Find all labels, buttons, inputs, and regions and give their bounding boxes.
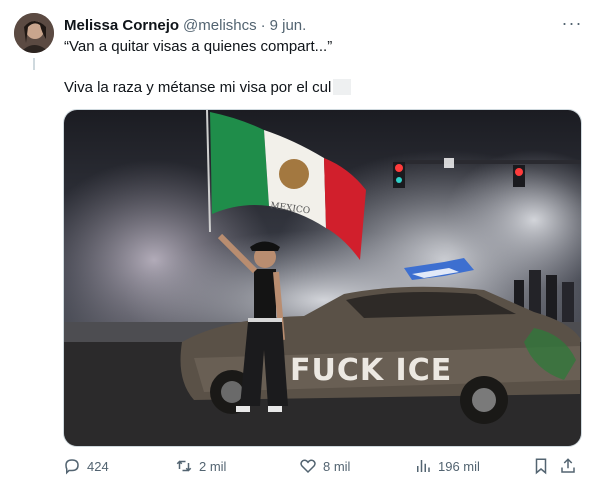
tweet-header: Melissa Cornejo @melishcs · 9 jun. [64, 15, 577, 35]
reply-count: 424 [87, 458, 109, 474]
protest-photo: MEXICO FUCK ICE [64, 110, 581, 446]
post-date[interactable]: 9 jun. [270, 17, 307, 34]
reply-button[interactable]: 424 [63, 457, 109, 475]
views-count: 196 mil [438, 458, 480, 474]
like-button[interactable]: 8 mil [299, 457, 350, 475]
repost-icon [176, 460, 192, 472]
separator-dot: · [260, 16, 266, 34]
tweet-actions: 424 2 mil 8 mil 196 mil [63, 457, 583, 479]
share-button[interactable] [559, 457, 577, 475]
tweet-text-content: Viva la raza y métanse mi visa por el cu… [64, 79, 332, 96]
avatar-image [14, 13, 54, 53]
bookmark-icon [535, 458, 547, 475]
hidden-emoji-placeholder [333, 79, 352, 95]
like-count: 8 mil [323, 458, 351, 474]
more-options-icon[interactable]: ··· [561, 13, 583, 33]
views-button[interactable]: 196 mil [414, 457, 480, 475]
views-chart-icon [417, 460, 430, 472]
reply-icon [65, 459, 79, 475]
bookmark-button[interactable] [532, 457, 550, 475]
author-name[interactable]: Melissa Cornejo [64, 17, 179, 34]
repost-count: 2 mil [199, 458, 227, 474]
tweet-text: Viva la raza y métanse mi visa por el cu… [64, 79, 352, 96]
car-graffiti: FUCK ICE [290, 353, 452, 388]
tweet-card[interactable]: Melissa Cornejo @melishcs · 9 jun. ··· “… [0, 0, 597, 486]
repost-button[interactable]: 2 mil [175, 457, 226, 475]
avatar[interactable] [14, 13, 54, 53]
thread-line [33, 58, 35, 70]
heart-icon [300, 459, 316, 474]
share-icon [561, 458, 575, 473]
author-handle[interactable]: @melishcs [183, 17, 257, 34]
tweet-photo[interactable]: MEXICO FUCK ICE [63, 109, 582, 447]
quoted-text: “Van a quitar visas a quienes compart...… [64, 38, 333, 55]
